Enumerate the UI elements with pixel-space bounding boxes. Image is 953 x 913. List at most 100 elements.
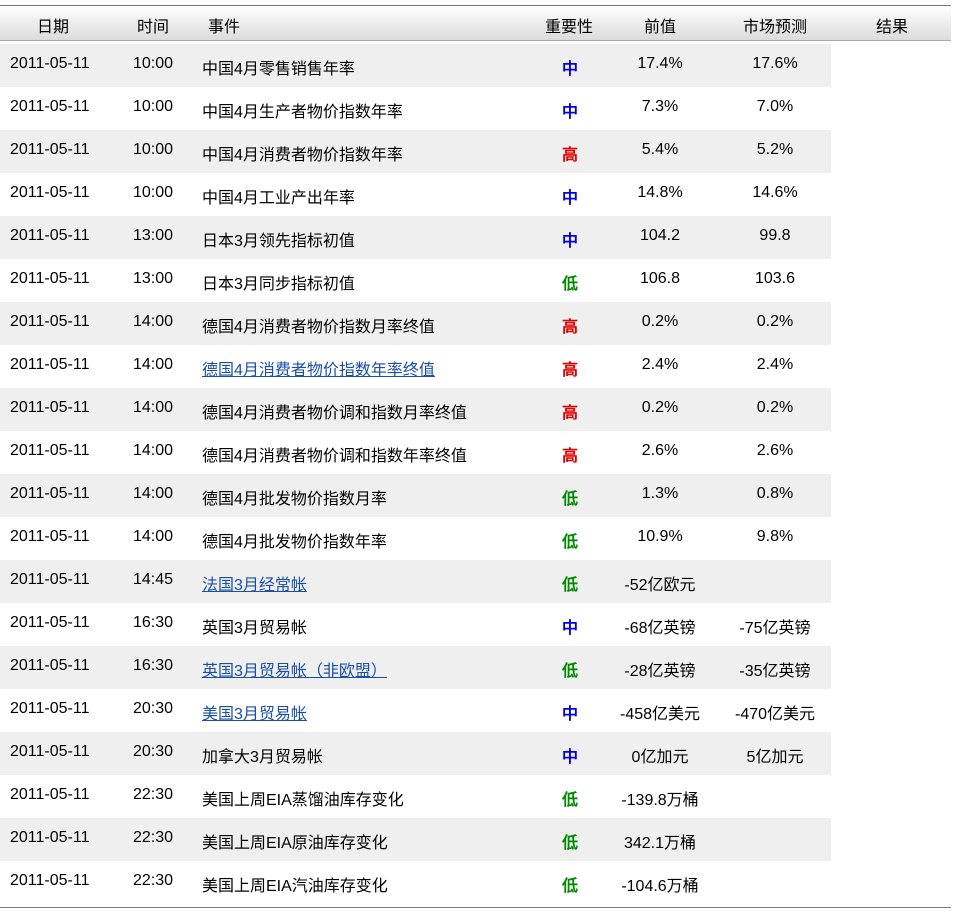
date-cell: 2011-05-11 [10, 356, 90, 373]
forecast-cell: 17.6% [752, 55, 798, 72]
previous-cell: 10.9% [637, 528, 683, 545]
importance-badge: 低 [561, 491, 578, 508]
header-result: 结果 [876, 19, 909, 36]
previous-cell: 17.4% [637, 55, 683, 72]
previous-cell: 104.2 [639, 227, 681, 244]
previous-cell: -52亿欧元 [624, 577, 696, 594]
table-row: 2011-05-11 20:30 美国3月贸易帐 中 -458亿美元 -470亿美元 [0, 689, 953, 732]
table-row: 2011-05-11 10:00 中国4月消费者物价指数年率 高 5.4% 5.2% [0, 130, 953, 173]
time-cell: 14:00 [133, 528, 174, 545]
forecast-cell: 9.8% [756, 528, 794, 545]
event-cell: 德国4月消费者物价调和指数年率终值 [202, 448, 467, 465]
time-cell: 13:00 [133, 227, 174, 244]
importance-badge: 高 [561, 362, 578, 379]
header-importance: 重要性 [545, 19, 594, 36]
forecast-cell: 5.2% [756, 141, 794, 158]
date-cell: 2011-05-11 [10, 571, 90, 588]
previous-cell: -139.8万桶 [621, 792, 699, 809]
previous-cell: 7.3% [641, 98, 679, 115]
time-cell: 14:00 [133, 485, 174, 502]
forecast-cell: 7.0% [756, 98, 794, 115]
event-cell: 中国4月生产者物价指数年率 [202, 104, 403, 121]
forecast-cell: 0.2% [756, 313, 794, 330]
table-row: 2011-05-11 13:00 日本3月同步指标初值 低 106.8 103.6 [0, 259, 953, 302]
forecast-cell: 14.6% [752, 184, 798, 201]
event-cell: 美国上周EIA蒸馏油库存变化 [202, 792, 404, 809]
time-cell: 14:45 [133, 571, 174, 588]
importance-badge: 低 [561, 792, 578, 809]
importance-badge: 中 [561, 61, 578, 78]
date-cell: 2011-05-11 [10, 227, 90, 244]
date-cell: 2011-05-11 [10, 528, 90, 545]
importance-badge: 高 [561, 448, 578, 465]
table-row: 2011-05-11 22:30 美国上周EIA汽油库存变化 低 -104.6万桶 [0, 861, 953, 904]
event-cell: 美国上周EIA原油库存变化 [202, 835, 388, 852]
time-cell: 20:30 [133, 700, 174, 717]
time-cell: 10:00 [133, 55, 174, 72]
event-cell: 美国上周EIA汽油库存变化 [202, 878, 388, 895]
table-bottom-border [0, 907, 951, 908]
event-link[interactable]: 法国3月经常帐 [202, 571, 307, 595]
date-cell: 2011-05-11 [10, 184, 90, 201]
date-cell: 2011-05-11 [10, 743, 90, 760]
importance-badge: 中 [561, 620, 578, 637]
time-cell: 10:00 [133, 141, 174, 158]
previous-cell: -28亿英镑 [624, 663, 696, 680]
time-cell: 22:30 [133, 829, 174, 846]
previous-cell: -104.6万桶 [621, 878, 699, 895]
forecast-cell: 2.4% [756, 356, 794, 373]
importance-badge: 中 [561, 233, 578, 250]
date-cell: 2011-05-11 [10, 786, 90, 803]
time-cell: 22:30 [133, 786, 174, 803]
event-link[interactable]: 德国4月消费者物价指数年率终值 [202, 356, 435, 380]
previous-cell: 0.2% [641, 399, 679, 416]
importance-badge: 中 [561, 706, 578, 723]
previous-cell: 106.8 [639, 270, 681, 287]
previous-cell: -458亿美元 [619, 706, 701, 723]
header-forecast: 市场预测 [743, 19, 808, 36]
table-row: 2011-05-11 16:30 英国3月贸易帐（非欧盟） 低 -28亿英镑 -35亿英镑 [0, 646, 953, 689]
importance-badge: 中 [561, 749, 578, 766]
forecast-cell: -75亿英镑 [739, 620, 811, 637]
forecast-cell: 0.8% [756, 485, 794, 502]
date-cell: 2011-05-11 [10, 829, 90, 846]
date-cell: 2011-05-11 [10, 614, 90, 631]
time-cell: 16:30 [133, 614, 174, 631]
table-row: 2011-05-11 14:00 德国4月消费者物价指数年率终值 高 2.4% 2.4% [0, 345, 953, 388]
forecast-cell: -35亿英镑 [739, 663, 811, 680]
previous-cell: -68亿英镑 [624, 620, 696, 637]
time-cell: 16:30 [133, 657, 174, 674]
forecast-cell: 0.2% [756, 399, 794, 416]
table-row: 2011-05-11 13:00 日本3月领先指标初值 中 104.2 99.8 [0, 216, 953, 259]
event-cell: 日本3月领先指标初值 [202, 233, 355, 250]
event-cell: 中国4月零售销售年率 [202, 61, 355, 78]
header-time: 时间 [137, 19, 170, 36]
previous-cell: 0亿加元 [631, 749, 689, 766]
table-row: 2011-05-11 14:00 德国4月批发物价指数月率 低 1.3% 0.8% [0, 474, 953, 517]
event-cell: 中国4月工业产出年率 [202, 190, 355, 207]
header-date: 日期 [37, 19, 70, 36]
table-row: 2011-05-11 22:30 美国上周EIA蒸馏油库存变化 低 -139.8万桶 [0, 775, 953, 818]
table-row: 2011-05-11 22:30 美国上周EIA原油库存变化 低 342.1万桶 [0, 818, 953, 861]
event-cell: 德国4月批发物价指数月率 [202, 491, 387, 508]
event-cell: 德国4月批发物价指数年率 [202, 534, 387, 551]
table-row: 2011-05-11 14:45 法国3月经常帐 低 -52亿欧元 [0, 560, 953, 603]
previous-cell: 5.4% [641, 141, 679, 158]
table-row: 2011-05-11 10:00 中国4月生产者物价指数年率 中 7.3% 7.0% [0, 87, 953, 130]
date-cell: 2011-05-11 [10, 270, 90, 287]
time-cell: 10:00 [133, 98, 174, 115]
importance-badge: 高 [561, 405, 578, 422]
table-row: 2011-05-11 14:00 德国4月批发物价指数年率 低 10.9% 9.8% [0, 517, 953, 560]
importance-badge: 低 [561, 835, 578, 852]
event-link[interactable]: 英国3月贸易帐（非欧盟） [202, 657, 387, 681]
event-link[interactable]: 美国3月贸易帐 [202, 700, 307, 724]
date-cell: 2011-05-11 [10, 485, 90, 502]
event-cell: 德国4月消费者物价调和指数月率终值 [202, 405, 467, 422]
previous-cell: 2.4% [641, 356, 679, 373]
header-event: 事件 [208, 19, 241, 36]
forecast-cell: -470亿美元 [734, 706, 816, 723]
previous-cell: 14.8% [637, 184, 683, 201]
date-cell: 2011-05-11 [10, 700, 90, 717]
previous-cell: 1.3% [641, 485, 679, 502]
importance-badge: 低 [561, 878, 578, 895]
